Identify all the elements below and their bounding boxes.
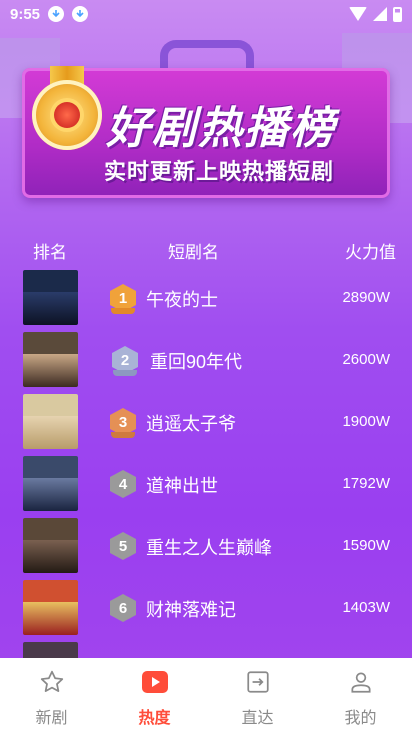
drama-poster[interactable] — [23, 456, 78, 511]
drama-poster[interactable] — [23, 332, 78, 387]
bottom-nav: 新剧 热度 直达 我的 — [0, 658, 412, 732]
drama-poster[interactable] — [23, 580, 78, 635]
rank-badge: 4 — [108, 468, 138, 500]
drama-title[interactable]: 午夜的士 — [146, 286, 218, 312]
drama-title[interactable]: 道神出世 — [146, 472, 218, 498]
enter-icon — [244, 668, 272, 696]
ranking-row[interactable]: 4 道神出世 1792W — [0, 456, 412, 512]
wifi-icon — [349, 7, 367, 21]
drama-title[interactable]: 重生之人生巅峰 — [146, 534, 272, 560]
rank-badge: 1 — [108, 282, 138, 314]
play-icon — [141, 668, 169, 696]
status-time: 9:55 — [10, 5, 41, 23]
battery-icon — [393, 6, 402, 22]
rank-badge: 6 — [108, 592, 138, 624]
banner-subtitle: 实时更新上映热播短剧 — [104, 159, 335, 184]
status-indicators — [349, 6, 402, 22]
list-header: 排名 短剧名 火力值 — [0, 238, 412, 262]
drama-poster[interactable] — [23, 270, 78, 325]
ranking-row[interactable]: 5 重生之人生巅峰 1590W — [0, 518, 412, 574]
drama-poster[interactable] — [23, 518, 78, 573]
heat-value: 1403W — [342, 599, 390, 616]
rank-badge: 5 — [108, 530, 138, 562]
heat-value: 2600W — [342, 351, 390, 368]
nav-direct[interactable]: 直达 — [206, 658, 309, 732]
header-rank: 排名 — [33, 243, 67, 262]
star-icon — [38, 668, 66, 696]
heat-value: 1900W — [342, 413, 390, 430]
rank-badge: 2 — [110, 344, 140, 376]
ranking-row[interactable]: 2 重回90年代 2600W — [0, 332, 412, 388]
user-icon — [347, 668, 375, 696]
heat-value: 2890W — [342, 289, 390, 306]
nav-new[interactable]: 新剧 — [0, 658, 103, 732]
nav-label: 我的 — [344, 710, 377, 727]
status-bar: 9:55 — [0, 0, 412, 28]
nav-label: 直达 — [241, 710, 274, 727]
ranking-row[interactable]: 1 午夜的士 2890W — [0, 270, 412, 326]
drama-title[interactable]: 财神落难记 — [146, 596, 236, 622]
heat-value: 1792W — [342, 475, 390, 492]
drama-poster[interactable] — [23, 394, 78, 449]
signal-icon — [373, 7, 387, 21]
header-heat: 火力值 — [345, 243, 396, 262]
ranking-row[interactable]: 6 财神落难记 1403W — [0, 580, 412, 636]
drama-poster[interactable] — [23, 642, 78, 658]
nav-hot[interactable]: 热度 — [103, 658, 206, 732]
drama-title[interactable]: 逍遥太子爷 — [146, 410, 236, 436]
ranking-row[interactable] — [0, 642, 412, 658]
medal-icon — [32, 66, 102, 150]
download-icon — [72, 6, 89, 22]
header-name: 短剧名 — [168, 243, 219, 262]
nav-mine[interactable]: 我的 — [309, 658, 412, 732]
rank-badge: 3 — [108, 406, 138, 438]
nav-label: 新剧 — [35, 710, 68, 727]
download-icon — [48, 6, 65, 22]
banner-title: 好剧热播榜 — [106, 104, 336, 153]
heat-value: 1590W — [342, 537, 390, 554]
drama-title[interactable]: 重回90年代 — [150, 348, 242, 374]
nav-label: 热度 — [138, 710, 171, 727]
ranking-row[interactable]: 3 逍遥太子爷 1900W — [0, 394, 412, 450]
